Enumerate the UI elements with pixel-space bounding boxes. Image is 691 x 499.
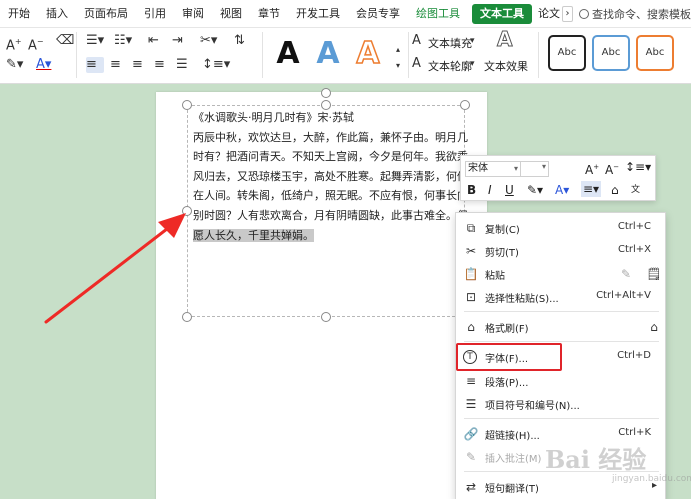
grow-font-icon[interactable]: A+ [585,160,599,177]
menu-item-label: 项目符号和编号(N)... [485,401,580,412]
align-icon[interactable]: ≡▾ [581,181,602,197]
menu-item-label: 短句翻译(T) [485,484,539,495]
menu-item-label: 粘贴 [485,271,505,282]
menu-item-label: 段落(P)... [485,378,529,389]
menu-item-label: 剪切(T) [485,248,519,259]
shortcut-label: Ctrl+C [617,221,651,232]
menu-separator [464,311,659,312]
format-painter-icon[interactable]: ⌂ [611,183,619,197]
bold-icon[interactable]: B [467,183,476,197]
comment-icon: ✎ [465,450,477,464]
paragraph-icon: ≡ [465,374,477,388]
menu-item-format-painter[interactable]: ⌂ 格式刷(F) ⌂ [456,316,665,338]
font-name-select[interactable]: 宋体 [465,161,521,177]
copy-icon: ⧉ [466,221,476,235]
menu-item-cut[interactable]: ✂ 剪切(T) Ctrl+X [456,240,665,262]
phonetic-guide-icon[interactable]: 文 [631,183,640,197]
font-item-highlight [456,343,562,371]
menu-separator [464,341,659,342]
list-icon: ☰ [465,397,477,411]
font-color-icon[interactable]: A▾ [555,183,569,197]
mini-toolbar: 宋体 A+ A− ↕≡▾ B I U ✎▾ A▾ ≡▾ ⌂ 文 [460,155,656,201]
shortcut-label: Ctrl+D [617,350,651,361]
clipboard-icon: 📋 [463,267,479,281]
watermark-logo: Bai 经验 [545,445,647,474]
line-spacing-icon[interactable]: ↕≡▾ [625,160,651,174]
menu-item-label: 格式刷(F) [485,324,529,335]
menu-item-bullets-numbering[interactable]: ☰ 项目符号和编号(N)... [456,393,665,415]
shortcut-label: Ctrl+Alt+V [596,290,651,301]
font-size-select[interactable] [521,161,549,177]
menu-item-paste[interactable]: 📋 粘贴 ✎ 🗒 [456,263,665,285]
paste-format-icon[interactable]: ✎ [618,266,634,282]
watermark-url: jingyan.baidu.com [612,474,691,484]
menu-item-label: 复制(C) [485,225,520,236]
italic-icon[interactable]: I [488,183,492,197]
menu-item-label: 选择性粘贴(S)... [485,294,559,305]
paste-special-icon: ⊡ [465,290,477,304]
menu-item-copy[interactable]: ⧉ 复制(C) Ctrl+C [456,217,665,239]
shortcut-label: Ctrl+K [618,427,651,438]
underline-icon[interactable]: U [505,183,514,197]
menu-item-label: 超链接(H)... [485,431,540,442]
menu-separator [464,418,659,419]
brush-icon: ⌂ [467,320,475,334]
highlight-icon[interactable]: ✎▾ [527,183,543,197]
menu-item-label: 插入批注(M) [485,454,542,465]
shortcut-label: Ctrl+X [617,244,651,255]
paste-text-icon[interactable]: 🗒 [646,266,662,282]
shrink-font-icon[interactable]: A− [605,160,619,177]
menu-item-paragraph[interactable]: ≡ 段落(P)... [456,370,665,392]
link-icon: 🔗 [463,427,479,441]
format-painter-icon[interactable]: ⌂ [646,319,662,335]
menu-item-paste-special[interactable]: ⊡ 选择性粘贴(S)... Ctrl+Alt+V [456,286,665,308]
scissors-icon: ✂ [465,244,477,258]
translate-icon: ⇄ [465,480,477,494]
